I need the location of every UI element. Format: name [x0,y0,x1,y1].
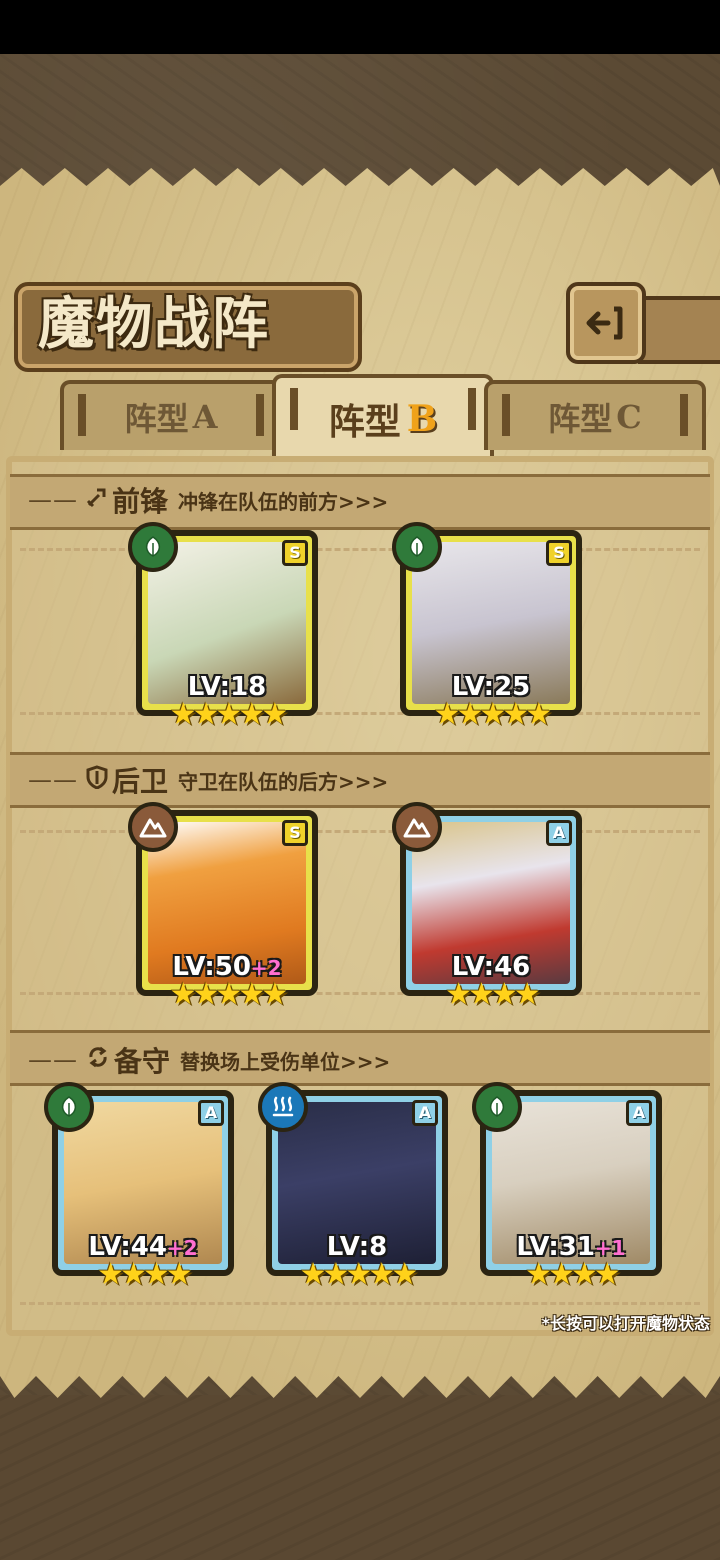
element-badge [128,802,178,852]
back-bar [638,296,720,364]
section-title: 后卫 [112,765,169,798]
star-rating: ★★★★ [525,1257,621,1292]
tab-formation-c[interactable]: 阵型 C [484,380,706,450]
star-rating: ★★★★ [97,1257,193,1292]
row-guide [20,1302,700,1305]
section-title: 备守 [114,1045,171,1078]
tab-formation-a[interactable]: 阵型 A [60,380,282,450]
star-rating: ★★★★★ [169,977,288,1012]
tab-label: 阵型 [328,401,401,443]
back-button[interactable] [566,282,646,364]
rank-badge: S [282,820,308,846]
star-rating: ★★★★★ [433,697,552,732]
section-front-header: —— 前锋 冲锋在队伍的前方>>> [28,480,388,520]
element-badge [472,1082,522,1132]
tab-label: 阵型 [124,400,189,438]
section-reserve-header: —— 备守 替换场上受伤单位>>> [28,1040,390,1080]
element-badge [128,522,178,572]
section-description: 冲锋在队伍的前方>>> [178,489,389,514]
element-badge [44,1082,94,1132]
row-guide [20,992,700,995]
element-badge [392,522,442,572]
row-guide [20,830,700,833]
dash-decoration: —— [28,766,78,794]
back-arrow-icon [586,306,623,340]
mountain-icon [403,818,431,838]
page-title: 魔物战阵 [38,291,270,357]
star-rating: ★★★★★ [169,697,288,732]
formation-tabs: 阵型 A 阵型 B 阵型 C [14,374,714,460]
water-icon [272,1096,294,1117]
rank-badge: A [198,1100,224,1126]
leaf-icon [489,1096,505,1117]
tab-letter: A [192,398,218,436]
rank-badge: A [412,1100,438,1126]
tab-letter: C [616,398,642,436]
tab-letter: B [406,398,438,440]
dash-decoration: —— [28,486,78,514]
rank-badge: A [546,820,572,846]
rank-badge: S [546,540,572,566]
row-guide [20,712,700,715]
row-guide [20,548,700,551]
swap-icon [86,1045,110,1075]
tab-label: 阵型 [548,400,613,438]
shield-icon [86,765,108,795]
element-badge [392,802,442,852]
section-description: 替换场上受伤单位>>> [180,1049,391,1074]
leaf-icon [409,536,425,557]
tab-formation-b[interactable]: 阵型 B [272,374,494,460]
dash-decoration: —— [28,1046,78,1074]
star-rating: ★★★★ [445,977,541,1012]
long-press-hint: *长按可以打开魔物状态 [541,1314,710,1333]
sword-icon [86,486,108,514]
leaf-icon [61,1096,77,1117]
rank-badge: S [282,540,308,566]
mountain-icon [139,818,167,838]
rank-badge: A [626,1100,652,1126]
map-background-bottom [0,1395,720,1560]
section-title: 前锋 [112,485,169,518]
star-rating: ★★★★★ [299,1257,418,1292]
section-description: 守卫在队伍的后方>>> [178,769,389,794]
leaf-icon [145,536,161,557]
element-badge [258,1082,308,1132]
section-back-header: —— 后卫 守卫在队伍的后方>>> [28,760,388,800]
